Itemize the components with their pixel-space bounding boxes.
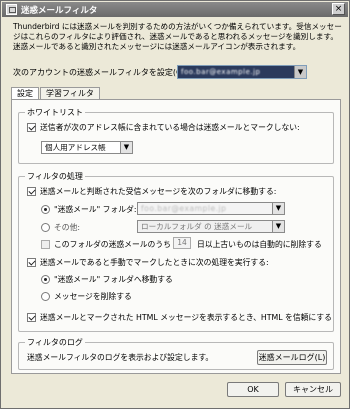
- close-button[interactable]: ×: [332, 3, 345, 15]
- other-row[interactable]: その他:: [41, 222, 80, 233]
- whitelist-label: 送信者が次のアドレス帳に含まれている場合は迷惑メールとマークしない:: [40, 123, 300, 132]
- addressbook-value: 個人用アドレス帳: [45, 143, 106, 152]
- ok-button[interactable]: OK: [227, 382, 279, 397]
- log-title: フィルタのログ: [25, 337, 85, 348]
- move-checkbox[interactable]: [27, 187, 36, 196]
- move-to-junk-radio[interactable]: [41, 275, 50, 284]
- other-folder-select[interactable]: ローカルフォルダ の 迷惑メール ▼: [137, 220, 285, 233]
- description-text: Thunderbird には迷惑メールを判別するための方法がいくつか備えられてい…: [13, 22, 342, 51]
- html-checkbox[interactable]: [27, 313, 36, 322]
- chevron-down-icon[interactable]: ▼: [272, 203, 284, 214]
- addressbook-select[interactable]: 個人用アドレス帳 ▼: [41, 141, 133, 154]
- whitelist-group: ホワイトリスト 送信者が次のアドレス帳に含まれている場合は迷惑メールとマークしな…: [18, 107, 334, 164]
- purge-days-input[interactable]: 14: [173, 237, 191, 249]
- purge-prefix: このフォルダの迷惑メールのうち: [54, 240, 171, 249]
- delete-label: メッセージを削除する: [54, 292, 132, 301]
- html-row[interactable]: 迷惑メールとマークされた HTML メッセージを表示するとき、HTML を信頼に…: [27, 312, 332, 323]
- whitelist-row[interactable]: 送信者が次のアドレス帳に含まれている場合は迷惑メールとマークしない:: [27, 122, 300, 133]
- other-label: その他:: [54, 223, 81, 232]
- cancel-button[interactable]: キャンセル: [285, 382, 341, 397]
- account-select[interactable]: foo.bar@example.jp ▼: [177, 65, 307, 79]
- junk-folder-radio[interactable]: [41, 205, 50, 214]
- chevron-down-icon[interactable]: ▼: [272, 221, 284, 232]
- title-bar: 迷惑メールフィルタ ×: [2, 2, 348, 17]
- move-label: 迷惑メールと判断された受信メッセージを次のフォルダに移動する:: [40, 187, 277, 196]
- manual-label: 迷惑メールであると手動でマークしたときに次の処理を実行する:: [40, 258, 269, 267]
- settings-panel: ホワイトリスト 送信者が次のアドレス帳に含まれている場合は迷惑メールとマークしな…: [11, 99, 341, 374]
- move-to-junk-row[interactable]: "迷惑メール" フォルダへ移動する: [41, 274, 173, 285]
- purge-suffix-row: 日以上古いものは自動的に削除する: [197, 239, 322, 250]
- tab-strip: 設定 学習フィルタ: [11, 87, 101, 99]
- purge-checkbox[interactable]: [41, 240, 50, 249]
- junk-mail-dialog: 迷惑メールフィルタ × Thunderbird には迷惑メールを判別するための方…: [0, 0, 350, 409]
- whitelist-title: ホワイトリスト: [25, 107, 85, 118]
- log-text-row: 迷惑メールフィルタのログを表示および設定します。: [27, 352, 213, 363]
- filter-action-group: フィルタの処理 迷惑メールと判断された受信メッセージを次のフォルダに移動する: …: [18, 171, 334, 332]
- other-radio[interactable]: [41, 223, 50, 232]
- junk-folder-value: foo.bar@example.jp: [141, 204, 227, 213]
- move-to-junk-label: "迷惑メール" フォルダへ移動する: [54, 275, 173, 284]
- log-text: 迷惑メールフィルタのログを表示および設定します。: [27, 353, 214, 362]
- junk-folder-label: "迷惑メール" フォルダ:: [54, 205, 137, 214]
- whitelist-checkbox[interactable]: [27, 123, 36, 132]
- manual-row[interactable]: 迷惑メールであると手動でマークしたときに次の処理を実行する:: [27, 257, 269, 268]
- junk-folder-select[interactable]: foo.bar@example.jp ▼: [137, 202, 285, 215]
- move-row[interactable]: 迷惑メールと判断された受信メッセージを次のフォルダに移動する:: [27, 186, 276, 197]
- window-title: 迷惑メールフィルタ: [21, 5, 98, 16]
- log-group: フィルタのログ 迷惑メールフィルタのログを表示および設定します。 迷惑メールログ…: [18, 337, 334, 370]
- filter-action-title: フィルタの処理: [25, 171, 85, 182]
- app-window-icon: [6, 4, 17, 15]
- tab-settings[interactable]: 設定: [11, 87, 39, 99]
- other-folder-value: ローカルフォルダ の 迷惑メール: [141, 222, 253, 231]
- chevron-down-icon[interactable]: ▼: [294, 66, 306, 78]
- junk-log-button[interactable]: 迷惑メールログ(L): [257, 350, 327, 365]
- chevron-down-icon[interactable]: ▼: [120, 142, 132, 153]
- manual-checkbox[interactable]: [27, 258, 36, 267]
- account-value: foo.bar@example.jp: [181, 68, 261, 76]
- account-row: 次のアカウントの迷惑メールフィルタを設定(C):: [13, 67, 187, 78]
- junk-folder-row[interactable]: "迷惑メール" フォルダ:: [41, 204, 136, 215]
- account-label: 次のアカウントの迷惑メールフィルタを設定(C):: [13, 68, 188, 77]
- purge-suffix: 日以上古いものは自動的に削除する: [197, 240, 322, 249]
- tab-adaptive-filter[interactable]: 学習フィルタ: [40, 87, 100, 99]
- delete-radio[interactable]: [41, 292, 50, 301]
- purge-row[interactable]: このフォルダの迷惑メールのうち: [41, 239, 171, 250]
- html-label: 迷惑メールとマークされた HTML メッセージを表示するとき、HTML を信頼に…: [40, 313, 332, 322]
- delete-row[interactable]: メッセージを削除する: [41, 291, 132, 302]
